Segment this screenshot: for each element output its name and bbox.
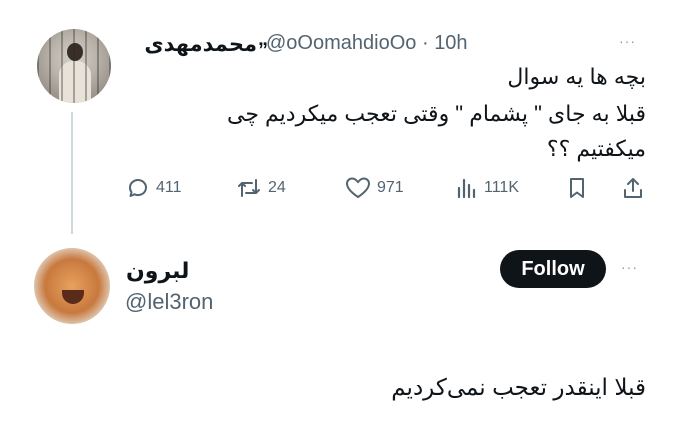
tweet-line: قبلا به جای " پشمام " وقتی تعجب میکردیم … — [226, 101, 646, 126]
timestamp[interactable]: 10h — [434, 32, 467, 54]
like-count: 971 — [377, 179, 404, 196]
tweet-line: میکفتیم ؟؟ — [546, 136, 646, 161]
heart-icon — [345, 176, 371, 200]
views-count: 111K — [484, 179, 519, 196]
more-options-icon[interactable]: ··· — [619, 33, 636, 49]
reply-author-handle[interactable]: @lel3ron — [125, 289, 213, 315]
separator-dot: · — [421, 32, 429, 54]
author-avatar[interactable] — [37, 29, 111, 103]
follow-button[interactable]: Follow — [500, 250, 606, 288]
like-action[interactable]: 971 — [345, 176, 404, 200]
bookmark-icon — [567, 176, 587, 200]
avatar-fence-pattern — [37, 29, 111, 103]
tweet-line: بچه ها یه سوال — [507, 64, 646, 89]
author-name[interactable]: محمدمهدی — [144, 32, 257, 57]
thread-connector-line — [71, 112, 73, 234]
reply-author-avatar[interactable] — [34, 248, 110, 324]
author-handle[interactable]: @oOomahdioOo · 10h — [266, 32, 468, 55]
share-button[interactable] — [622, 176, 644, 200]
reply-icon — [126, 176, 150, 200]
repost-count: 24 — [268, 179, 286, 196]
reply-text: قبلا اینقدر تعجب نمی‌کردیم — [391, 374, 646, 400]
bookmark-button[interactable] — [567, 176, 587, 200]
views-action[interactable]: 111K — [456, 176, 519, 200]
repost-icon — [236, 176, 262, 200]
analytics-icon — [456, 176, 478, 200]
repost-action[interactable]: 24 — [236, 176, 286, 200]
reply-author-name[interactable]: لبرون — [126, 258, 189, 284]
reply-action[interactable]: 411 — [126, 176, 182, 200]
share-icon — [622, 176, 644, 200]
avatar-face-mouth — [62, 290, 84, 304]
reply-count: 411 — [156, 179, 182, 196]
more-options-icon[interactable]: ··· — [621, 259, 638, 275]
handle-text[interactable]: @oOomahdioOo — [266, 32, 416, 54]
